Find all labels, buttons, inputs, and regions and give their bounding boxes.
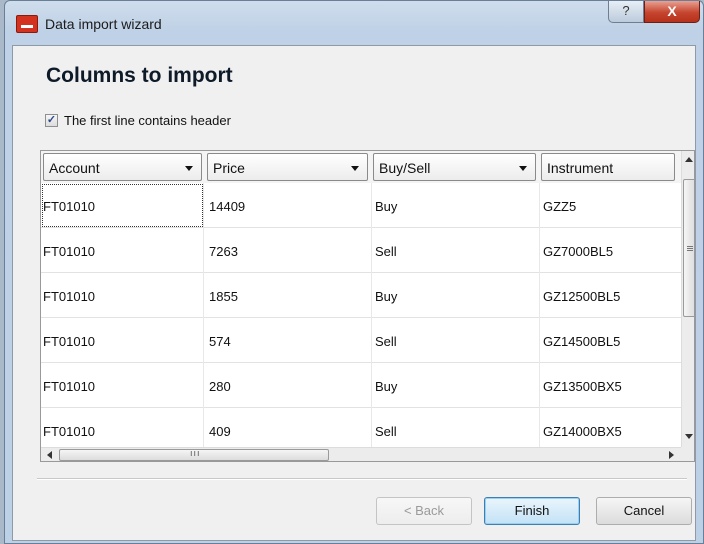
- cell-price[interactable]: 1855: [207, 273, 372, 318]
- grid-header: Account Price Buy/Sell Instrument: [41, 151, 681, 183]
- dropdown-arrow-icon[interactable]: [185, 166, 193, 171]
- grip-line: [687, 246, 693, 247]
- cell-buy-sell[interactable]: Buy: [373, 273, 540, 318]
- cell-price[interactable]: 280: [207, 363, 372, 408]
- table-row[interactable]: FT01010 7263 Sell GZ7000BL5: [41, 228, 681, 273]
- column-header-instrument[interactable]: Instrument: [541, 153, 675, 181]
- column-header-label: Instrument: [547, 160, 614, 176]
- column-header-label: Buy/Sell: [379, 160, 431, 176]
- column-header-price[interactable]: Price: [207, 153, 368, 181]
- cell-account[interactable]: FT01010: [41, 318, 204, 363]
- cell-price[interactable]: 574: [207, 318, 372, 363]
- cell-instrument[interactable]: GZ7000BL5: [541, 228, 681, 273]
- scroll-left-arrow-icon[interactable]: [47, 451, 52, 459]
- page-title: Columns to import: [46, 64, 233, 87]
- horizontal-scroll-thumb[interactable]: ııı: [59, 448, 329, 461]
- cell-buy-sell[interactable]: Buy: [373, 363, 540, 408]
- grip-line: [687, 248, 693, 249]
- grip-icon: ııı: [190, 448, 201, 458]
- column-header-buy-sell[interactable]: Buy/Sell: [373, 153, 536, 181]
- table-row[interactable]: FT01010 280 Buy GZ13500BX5: [41, 363, 681, 408]
- header-checkbox-label[interactable]: The first line contains header: [64, 113, 231, 128]
- column-header-label: Account: [49, 160, 100, 176]
- table-row[interactable]: FT01010 574 Sell GZ14500BL5: [41, 318, 681, 363]
- back-button[interactable]: < Back: [376, 497, 472, 525]
- horizontal-scrollbar[interactable]: ııı: [41, 447, 681, 461]
- cell-instrument[interactable]: GZZ5: [541, 183, 681, 228]
- table-row[interactable]: FT01010 14409 Buy GZZ5: [41, 183, 681, 228]
- cell-instrument[interactable]: GZ13500BX5: [541, 363, 681, 408]
- scroll-up-arrow-icon[interactable]: [685, 157, 693, 162]
- column-header-account[interactable]: Account: [43, 153, 202, 181]
- help-button[interactable]: ?: [608, 1, 644, 23]
- table-row[interactable]: FT01010 1855 Buy GZ12500BL5: [41, 273, 681, 318]
- vertical-scrollbar[interactable]: [681, 151, 694, 447]
- columns-grid: Account Price Buy/Sell Instrument FT0101: [40, 150, 695, 462]
- cell-account[interactable]: FT01010: [41, 363, 204, 408]
- dropdown-arrow-icon[interactable]: [519, 166, 527, 171]
- cell-account[interactable]: FT01010: [41, 273, 204, 318]
- cell-buy-sell[interactable]: Buy: [373, 183, 540, 228]
- header-checkbox[interactable]: ✓: [45, 114, 58, 127]
- finish-button[interactable]: Finish: [484, 497, 580, 525]
- window-title: Data import wizard: [45, 16, 162, 32]
- column-header-label: Price: [213, 160, 245, 176]
- grip-line: [687, 250, 693, 251]
- cancel-button[interactable]: Cancel: [596, 497, 692, 525]
- cell-account[interactable]: FT01010: [41, 183, 204, 228]
- cell-price[interactable]: 7263: [207, 228, 372, 273]
- scrollbar-corner: [681, 447, 694, 461]
- scroll-right-arrow-icon[interactable]: [669, 451, 674, 459]
- cell-instrument[interactable]: GZ14500BL5: [541, 318, 681, 363]
- import-wizard-window: Data import wizard ? X Columns to import…: [4, 0, 704, 544]
- app-icon: [16, 15, 38, 33]
- separator-line: [37, 478, 687, 480]
- vertical-scroll-thumb[interactable]: [683, 179, 694, 317]
- scroll-down-arrow-icon[interactable]: [685, 434, 693, 439]
- cell-buy-sell[interactable]: Sell: [373, 318, 540, 363]
- wizard-content: Columns to import ✓ The first line conta…: [12, 45, 696, 541]
- cell-account[interactable]: FT01010: [41, 228, 204, 273]
- title-bar[interactable]: Data import wizard ? X: [5, 1, 703, 45]
- close-button[interactable]: X: [644, 1, 700, 23]
- cell-price[interactable]: 14409: [207, 183, 372, 228]
- cell-buy-sell[interactable]: Sell: [373, 228, 540, 273]
- dropdown-arrow-icon[interactable]: [351, 166, 359, 171]
- cell-instrument[interactable]: GZ12500BL5: [541, 273, 681, 318]
